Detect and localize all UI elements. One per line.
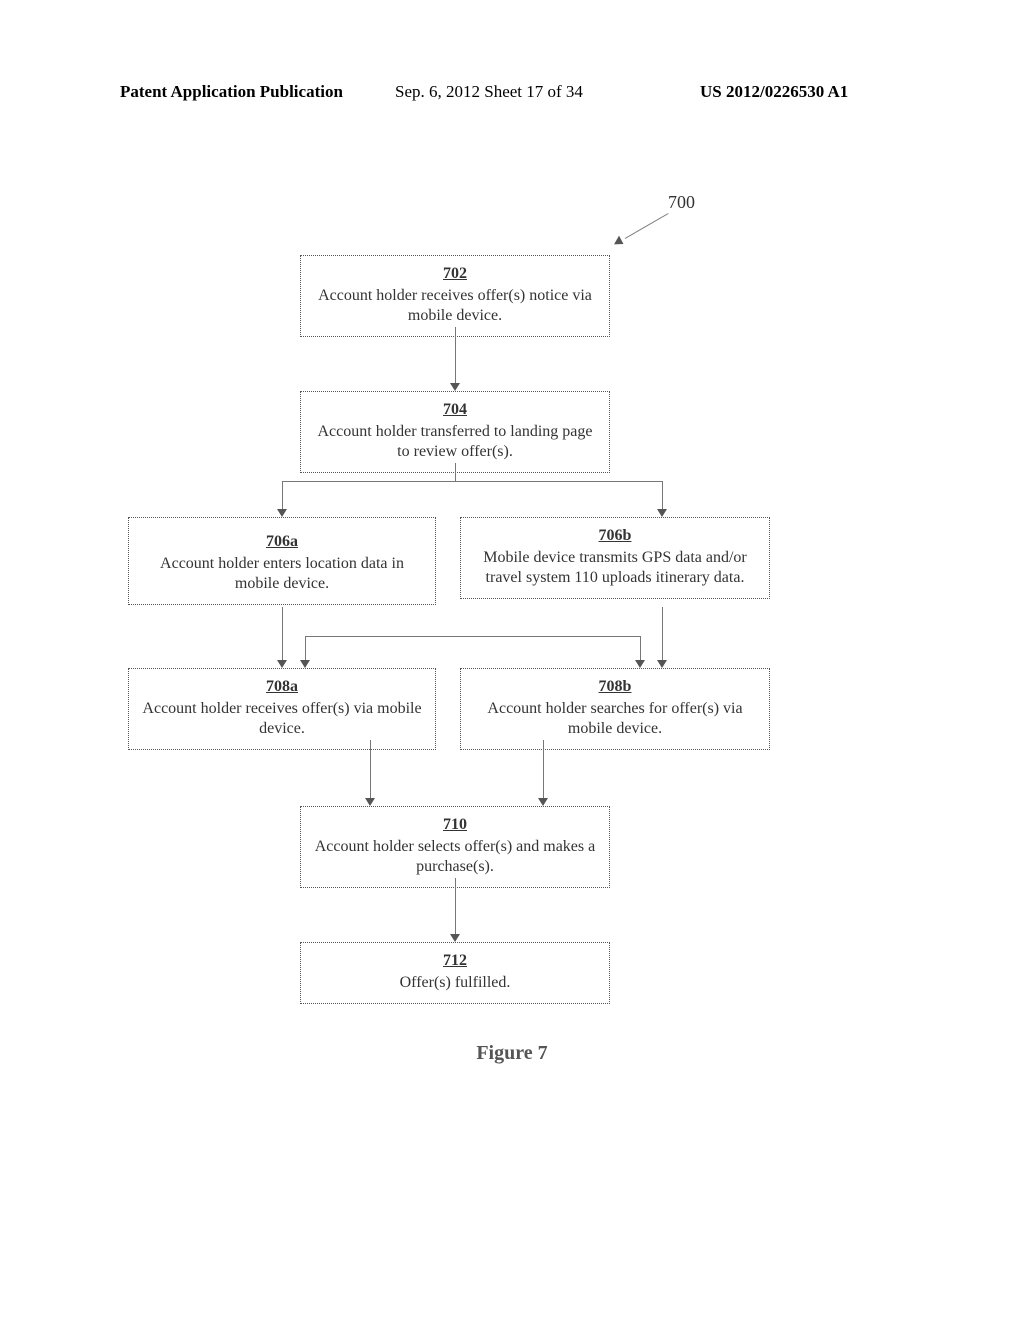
edge-706a-down: [282, 607, 283, 662]
edge-704-split-v: [455, 463, 456, 481]
edge-706b-708b-arrow: [657, 660, 667, 668]
node-708a-ref: 708a: [139, 677, 425, 697]
node-702-text: Account holder receives offer(s) notice …: [318, 287, 592, 324]
node-706b-text: Mobile device transmits GPS data and/or …: [483, 549, 747, 586]
callout-700: 700: [668, 192, 695, 213]
node-702-ref: 702: [311, 264, 599, 284]
edge-708b-710-arrow: [538, 798, 548, 806]
figure-label: Figure 7: [0, 1042, 1024, 1065]
edge-704-706a-arrow: [277, 509, 287, 517]
edge-708a-710-v: [370, 740, 371, 800]
edge-708a-710-arrow: [365, 798, 375, 806]
node-712: 712 Offer(s) fulfilled.: [300, 942, 610, 1004]
edge-704-706a-v: [282, 481, 283, 511]
edge-708b-710-v: [543, 740, 544, 800]
node-706a-text: Account holder enters location data in m…: [160, 555, 404, 592]
node-710-text: Account holder selects offer(s) and make…: [315, 838, 595, 875]
edge-710-712: [455, 878, 456, 936]
node-708b: 708b Account holder searches for offer(s…: [460, 668, 770, 750]
node-708b-ref: 708b: [471, 677, 759, 697]
edge-706b-down: [662, 607, 663, 662]
node-708a: 708a Account holder receives offer(s) vi…: [128, 668, 436, 750]
node-706a-ref: 706a: [139, 532, 425, 552]
node-702: 702 Account holder receives offer(s) not…: [300, 255, 610, 337]
node-708a-text: Account holder receives offer(s) via mob…: [142, 700, 421, 737]
node-704-text: Account holder transferred to landing pa…: [317, 423, 592, 460]
edge-710-712-arrow: [450, 934, 460, 942]
node-704: 704 Account holder transferred to landin…: [300, 391, 610, 473]
edge-cross-708a-v: [305, 636, 306, 662]
node-708b-text: Account holder searches for offer(s) via…: [487, 700, 742, 737]
node-712-ref: 712: [311, 951, 599, 971]
edge-702-704: [455, 327, 456, 385]
edge-704-706b-arrow: [657, 509, 667, 517]
node-710: 710 Account holder selects offer(s) and …: [300, 806, 610, 888]
edge-cross-708b-v: [640, 636, 641, 662]
node-706a: 706a Account holder enters location data…: [128, 517, 436, 605]
edge-706a-708a-arrow: [277, 660, 287, 668]
edge-706-cross-h: [305, 636, 640, 637]
edge-cross-708b-arrow: [635, 660, 645, 668]
node-704-ref: 704: [311, 400, 599, 420]
callout-leader: [625, 213, 669, 239]
node-706b: 706b Mobile device transmits GPS data an…: [460, 517, 770, 599]
edge-704-706b-v: [662, 481, 663, 511]
page: Patent Application Publication Sep. 6, 2…: [0, 0, 1024, 1320]
node-712-text: Offer(s) fulfilled.: [400, 974, 511, 991]
node-710-ref: 710: [311, 815, 599, 835]
edge-702-704-arrow: [450, 383, 460, 391]
node-706b-ref: 706b: [471, 526, 759, 546]
flowchart: 700 702 Account holder receives offer(s)…: [0, 0, 1024, 1320]
edge-cross-708a-arrow: [300, 660, 310, 668]
edge-704-split-h: [282, 481, 662, 482]
